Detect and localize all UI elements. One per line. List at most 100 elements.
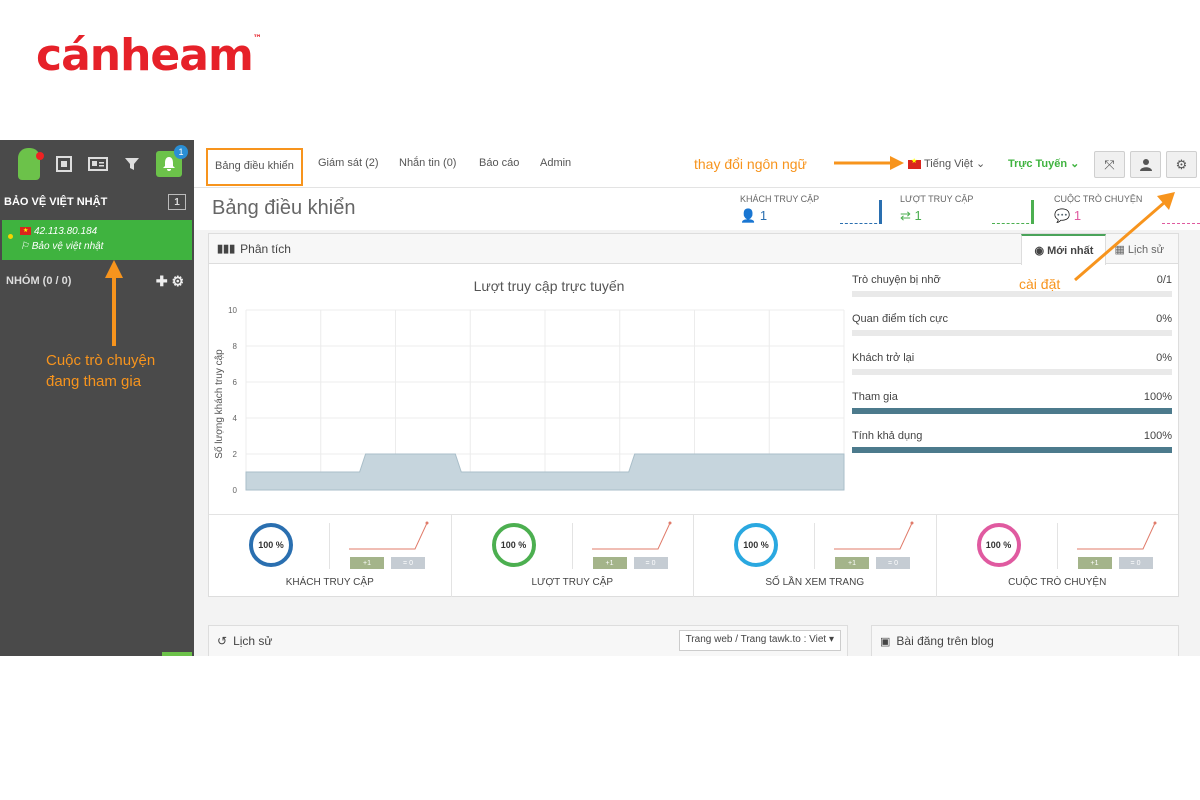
blog-title: Bài đăng trên blog (896, 634, 994, 648)
contact-card-icon[interactable] (88, 154, 108, 174)
metric-returning-visitors: Khách trở lại 0% (852, 352, 1172, 391)
tab-admin[interactable]: Admin (540, 157, 571, 169)
section-count: 1 (168, 194, 186, 210)
kpi-divider (571, 523, 573, 569)
kpi-ring: 100 % (249, 523, 293, 567)
kpi-percent: 100 % (258, 540, 284, 550)
blog-panel: ▣ Bài đăng trên blog (871, 625, 1179, 656)
history-icon: ↺ (217, 634, 228, 648)
history-title: Lịch sử (233, 634, 273, 648)
chart-ytick-label: 4 (233, 414, 238, 423)
sidebar: 1 BẢO VỆ VIỆT NHẬT 1 42.113.80.184 ⚐ Bảo… (0, 140, 194, 656)
kpi-plus-badge: +1 (350, 557, 384, 569)
kpi-label: Cuộc trò chuyện (1008, 577, 1107, 588)
gear-icon: ⚙ (1175, 156, 1188, 172)
vietnam-flag-icon (20, 224, 31, 239)
kpi-ring: 100 % (976, 523, 1021, 567)
metric-positive-sentiment: Quan điểm tích cực 0% (852, 313, 1172, 352)
sidebar-toolbar: 1 (0, 140, 194, 188)
chevron-down-icon: ⌄ (1070, 158, 1080, 170)
sidebar-section-header: BẢO VỆ VIỆT NHẬT 1 (0, 188, 194, 216)
metric-availability: Tính khả dụng 100% (852, 430, 1172, 469)
user-icon (1139, 159, 1152, 171)
kpi-label: Khách truy cập (285, 577, 374, 588)
kpi-chats: 100 % +1 = 0 Cuộc trò chuyện (937, 515, 1179, 597)
kpi-percent: 100 % (500, 540, 527, 550)
vietnam-flag-icon (908, 157, 921, 169)
visits-sparkline (992, 200, 1034, 224)
exchange-icon: ⇄ (900, 208, 911, 223)
settings-button[interactable]: ⚙ (1166, 151, 1197, 178)
kpi-plus-badge: +1 (835, 557, 869, 569)
chart-ytick-label: 10 (228, 306, 237, 315)
stat-visitors: KHÁCH TRUY CẬP 👤 1 (740, 194, 820, 223)
chart-ytick-label: 2 (233, 450, 238, 459)
visitors-sparkline (840, 200, 882, 224)
kpi-ring: 100 % (491, 523, 536, 567)
filter-icon[interactable] (122, 154, 142, 174)
chevron-down-icon: ⌄ (975, 158, 986, 170)
gear-icon[interactable]: ⚙ (171, 273, 184, 289)
screen-capture-icon[interactable] (54, 154, 74, 174)
brand-logo: cánheam™ (36, 30, 262, 81)
kpi-label: Số lần xem trang (765, 577, 865, 588)
status-selector[interactable]: Trực Tuyến ⌄ (1008, 157, 1079, 170)
add-icon[interactable]: ✚ (156, 273, 168, 289)
chart-ytick-label: 6 (233, 378, 238, 387)
content-header: Bảng điều khiển KHÁCH TRUY CẬP 👤 1 LƯỢT … (194, 188, 1200, 230)
kpi-ring: 100 % (734, 523, 778, 567)
tab-dashboard[interactable]: Bảng điều khiển (206, 148, 303, 186)
visitor-name: Bảo vệ việt nhật (31, 241, 104, 252)
active-visitor-item[interactable]: 42.113.80.184 ⚐ Bảo vệ việt nhật (2, 220, 192, 260)
kpi-plus-badge: +1 (1077, 557, 1112, 569)
metrics-list: Trò chuyện bị nhỡ 0/1 Quan điểm tích cực 0… (852, 274, 1172, 469)
kpi-pageviews: 100 % +1 = 0 Số lần xem trang (694, 515, 937, 597)
analytics-header: ▮▮▮ Phân tích ◉ Mới nhất ▦ Lịch sử (209, 234, 1178, 265)
kpi-trend-line (1076, 521, 1156, 550)
annotation-arrow-right-icon (834, 156, 904, 170)
kpi-equal-badge: = 0 (876, 557, 910, 569)
annotation-arrow-up-icon (105, 260, 123, 346)
history-panel: ↺ Lịch sử Trang web / Trang tawk.to : Vi… (208, 625, 848, 656)
bar-chart-icon: ▮▮▮ (217, 243, 236, 255)
metric-missed-chats: Trò chuyện bị nhỡ 0/1 (852, 274, 1172, 313)
kpi-trend-line (349, 521, 429, 550)
notification-bell-icon[interactable]: 1 (156, 145, 188, 177)
kpi-divider (1056, 523, 1058, 569)
kpi-label: Lượt truy cập (531, 577, 614, 588)
analytics-panel: ▮▮▮ Phân tích ◉ Mới nhất ▦ Lịch sử Lượt … (208, 192, 1179, 597)
kpi-equal-badge: = 0 (1118, 557, 1153, 569)
tab-reports[interactable]: Báo cáo (479, 157, 519, 169)
kpi-percent: 100 % (743, 540, 769, 550)
profile-button[interactable] (1130, 151, 1161, 178)
bookmark-icon: ⚐ (20, 241, 32, 252)
kpi-divider (814, 523, 815, 569)
annotation-arrow-diagonal-icon (1074, 192, 1175, 282)
section-title: BẢO VỆ VIỆT NHẬT (4, 196, 108, 208)
kpi-divider (329, 523, 330, 569)
site-select[interactable]: Trang web / Trang tawk.to : Viet ▾ (678, 630, 841, 651)
kpi-equal-badge: = 0 (391, 557, 425, 569)
group-header: NHÓM (0 / 0) ✚ ⚙ (0, 266, 194, 296)
kpi-percent: 100 % (985, 540, 1012, 550)
kpi-trend-line (591, 521, 671, 550)
tab-monitoring[interactable]: Giám sát (2) (318, 157, 379, 169)
language-annotation: thay đổi ngôn ngữ (694, 156, 807, 172)
tab-messaging[interactable]: Nhắn tin (0) (399, 157, 456, 169)
visits-chart: Lượt truy cập trực tuyến Số lượng khách … (213, 278, 845, 495)
kpi-visitors: 100 % +1 = 0 Khách truy cập (209, 515, 452, 597)
fullscreen-button[interactable]: ⤧ (1094, 151, 1125, 178)
conversation-annotation: Cuộc trò chuyện đang tham gia (46, 352, 156, 390)
kpi-plus-badge: +1 (592, 557, 627, 569)
parrot-logo-icon (18, 148, 44, 180)
metric-engagement: Tham gia 100% (852, 391, 1172, 430)
language-selector[interactable]: Tiếng Việt ⌄ (908, 157, 985, 170)
chart-yticks: 0 2 4 6 8 10 (228, 306, 237, 495)
analytics-title: Phân tích (240, 241, 291, 256)
page-title: Bảng điều khiển (212, 197, 356, 219)
stat-visits: LƯỢT TRUY CẬP ⇄ 1 (900, 194, 974, 223)
sidebar-scrollbar[interactable] (162, 652, 192, 656)
app-screenshot: 1 BẢO VỆ VIỆT NHẬT 1 42.113.80.184 ⚐ Bảo… (0, 140, 1200, 656)
chart-ytick-label: 8 (233, 342, 238, 351)
chart-ytick-label: 0 (233, 486, 238, 495)
